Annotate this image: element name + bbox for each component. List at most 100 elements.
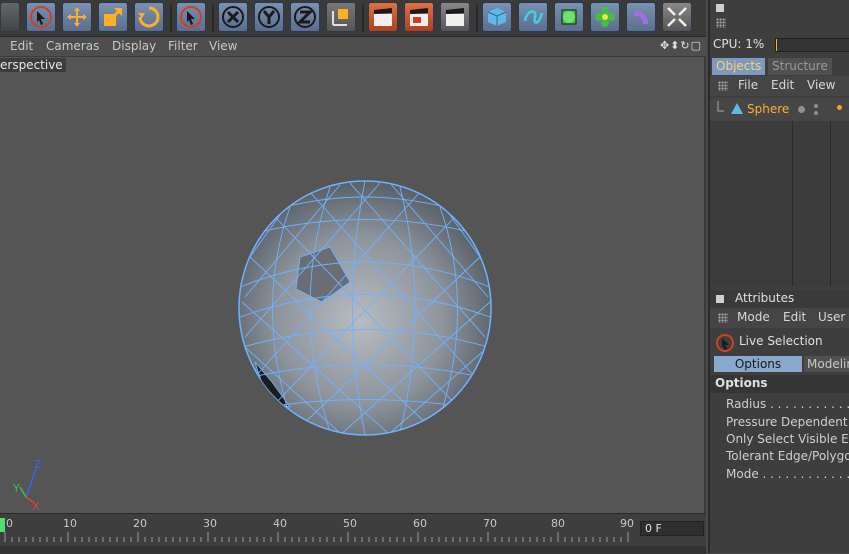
- scale-tool-button[interactable]: [98, 2, 128, 32]
- perspective-viewport[interactable]: erspective Z Y X: [0, 57, 706, 513]
- clapboard-icon: [410, 8, 428, 26]
- timeline-tick: 0: [6, 517, 13, 530]
- cpu-meter: [775, 38, 849, 52]
- attr-mode-label: Mode . . . . . . . . . . . . . . . . .: [726, 467, 849, 481]
- scale-icon: [104, 8, 122, 26]
- selection-button[interactable]: [176, 2, 206, 32]
- live-selection-tool-button[interactable]: [26, 2, 56, 32]
- grip-icon: [716, 18, 726, 28]
- bend-icon: [634, 10, 649, 24]
- objects-menu-file[interactable]: File: [738, 78, 758, 92]
- attributes-menu-edit[interactable]: Edit: [783, 310, 806, 324]
- axis-x-label: X: [32, 500, 40, 513]
- panel-menu-icon[interactable]: [716, 295, 724, 303]
- cpu-label: CPU: 1%: [713, 37, 765, 51]
- attr-visible-elements-label: Only Select Visible Ele: [726, 432, 849, 446]
- y-axis-button[interactable]: [254, 2, 284, 32]
- object-name[interactable]: Sphere: [747, 102, 789, 116]
- timeline-tick: 40: [273, 517, 287, 530]
- objects-menubar: File Edit View: [710, 76, 849, 96]
- section-title: Options: [715, 376, 768, 390]
- toolbar-separator: [170, 4, 172, 32]
- viewport-menu-cameras[interactable]: Cameras: [46, 39, 99, 53]
- spline-pen-button[interactable]: [518, 2, 548, 32]
- attributes-menu-user[interactable]: User: [818, 310, 845, 324]
- tab-structure[interactable]: Structure: [768, 58, 832, 75]
- panel-menu-icon[interactable]: [716, 4, 724, 12]
- axis-gizmo: [19, 468, 37, 504]
- tool-header: Live Selection: [710, 330, 849, 354]
- timeline-tick: 30: [203, 517, 217, 530]
- undo-icon[interactable]: [0, 2, 20, 32]
- flower-icon: [595, 7, 615, 27]
- timeline-tick: 70: [483, 517, 497, 530]
- tool-name: Live Selection: [739, 334, 823, 348]
- clapboard-icon: [446, 8, 464, 26]
- timeline-tick: 50: [343, 517, 357, 530]
- tab-objects[interactable]: Objects: [712, 58, 766, 75]
- object-manager-list[interactable]: Sphere: [710, 98, 849, 286]
- array-generator-button[interactable]: [590, 2, 620, 32]
- attr-tab-options[interactable]: Options: [714, 356, 802, 372]
- cube-icon: [487, 8, 507, 26]
- viewport-menubar: Edit Cameras Display Filter View ✥⬍↻▢: [0, 37, 706, 57]
- toolbar-separator: [212, 4, 214, 32]
- subdivision-surface-button[interactable]: [554, 2, 584, 32]
- main-toolbar: [0, 0, 706, 37]
- attr-tab-modeling[interactable]: Modelin: [804, 356, 849, 372]
- cube-primitive-button[interactable]: [482, 2, 512, 32]
- z-axis-button[interactable]: [290, 2, 320, 32]
- scene-button[interactable]: [662, 2, 692, 32]
- y-axis-icon: [258, 6, 280, 28]
- rotate-icon: [138, 6, 160, 28]
- viewport-menu-filter[interactable]: Filter: [168, 39, 198, 53]
- deformer-button[interactable]: [626, 2, 656, 32]
- live-selection-icon: [716, 334, 734, 352]
- toolbar-separator: [476, 4, 478, 32]
- rotate-tool-button[interactable]: [134, 2, 164, 32]
- viewport-menu-view[interactable]: View: [209, 39, 237, 53]
- section-header: Options: [710, 375, 849, 393]
- attributes-header: Attributes: [710, 290, 849, 308]
- playhead-marker[interactable]: [0, 518, 5, 532]
- viewport-border: [704, 57, 706, 513]
- visibility-dot-icon[interactable]: [798, 106, 805, 113]
- right-panel: CPU: 1% Objects Structure File Edit View…: [708, 0, 849, 553]
- viewport-menu-display[interactable]: Display: [112, 39, 156, 53]
- move-tool-button[interactable]: [62, 2, 92, 32]
- viewport-nav-icons[interactable]: ✥⬍↻▢: [660, 39, 702, 52]
- render-view-button[interactable]: [368, 2, 398, 32]
- axis-z-label: Z: [34, 458, 42, 471]
- timeline-tick: 20: [133, 517, 147, 530]
- coordinate-system-button[interactable]: [326, 2, 356, 32]
- render-settings-button[interactable]: [440, 2, 470, 32]
- tag-icon[interactable]: [837, 105, 842, 110]
- timeline[interactable]: 0 10 20 30 40 50 60 70 80 90 0 F: [0, 513, 706, 554]
- sphere-wireframe[interactable]: Z Y X: [0, 57, 706, 513]
- objects-menu-view[interactable]: View: [807, 78, 835, 92]
- attr-pressure-label: Pressure Dependent R: [726, 415, 849, 429]
- attributes-title: Attributes: [735, 291, 795, 305]
- render-picture-viewer-button[interactable]: [404, 2, 434, 32]
- attr-tolerant-label: Tolerant Edge/Polygo: [726, 449, 849, 463]
- render-dot-icon[interactable]: [814, 104, 818, 108]
- z-axis-icon: [294, 6, 316, 28]
- viewport-menu-edit[interactable]: Edit: [10, 39, 33, 53]
- attributes-menubar: Mode Edit User: [710, 308, 849, 328]
- axis-y-label: Y: [12, 482, 20, 495]
- timeline-tick: 60: [413, 517, 427, 530]
- current-frame-field[interactable]: 0 F: [640, 521, 704, 536]
- move-icon: [67, 7, 87, 27]
- x-axis-button[interactable]: [218, 2, 248, 32]
- subdivision-icon: [561, 9, 577, 25]
- timeline-tick: 90: [620, 517, 634, 530]
- objects-menu-edit[interactable]: Edit: [771, 78, 794, 92]
- grip-icon: [718, 313, 728, 323]
- expand-icon: [667, 7, 687, 27]
- timeline-ruler: [4, 532, 629, 542]
- object-row-sphere[interactable]: Sphere: [710, 98, 849, 121]
- toolbar-separator: [362, 4, 364, 32]
- attributes-menu-mode[interactable]: Mode: [737, 310, 770, 324]
- timeline-tick: 10: [63, 517, 77, 530]
- editor-dot-icon[interactable]: [814, 111, 818, 115]
